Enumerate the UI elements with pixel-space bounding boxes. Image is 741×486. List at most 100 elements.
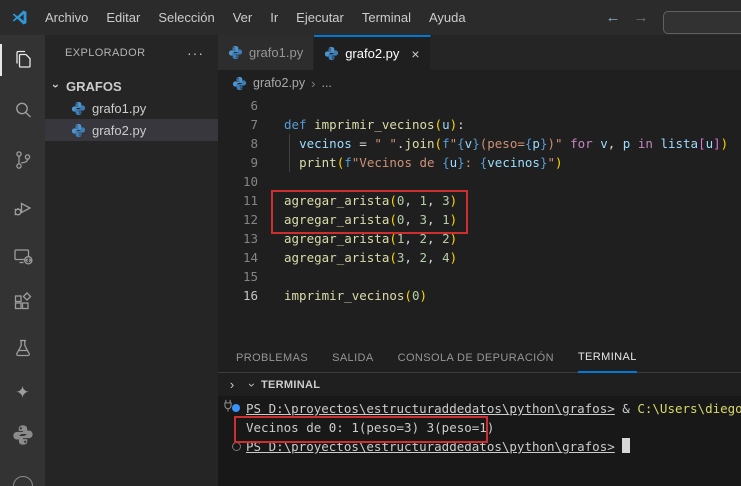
nav-forward-icon[interactable]: →	[630, 7, 652, 29]
code-line[interactable]: 13 agregar_arista(1, 2, 2)	[218, 229, 741, 248]
python-file-icon	[71, 101, 86, 116]
menu-ayuda[interactable]: Ayuda	[420, 0, 475, 35]
code-line[interactable]: 15	[218, 267, 741, 286]
line-number: 11	[218, 191, 258, 210]
breadcrumb-file-icon	[232, 76, 247, 91]
extensions-icon[interactable]	[0, 288, 45, 318]
breadcrumb-more[interactable]: ...	[321, 76, 331, 90]
line-number: 7	[218, 115, 258, 134]
chevron-right-icon[interactable]: ›	[226, 377, 238, 392]
terminal-lines: PS D:\proyectos\estructuraddedatos\pytho…	[218, 396, 741, 456]
line-number: 9	[218, 153, 258, 172]
sparkle-icon[interactable]: ✦	[0, 378, 45, 408]
code-text: agregar_arista(3, 2, 4)	[284, 248, 457, 267]
python-file-icon	[324, 46, 339, 61]
code-line[interactable]: 8 vecinos = " ".join(f"{v}(peso={p})" fo…	[218, 134, 741, 153]
tab-label: grafo2.py	[345, 46, 399, 61]
python-file-icon	[228, 45, 243, 60]
panel-tab-salida[interactable]: SALIDA	[332, 345, 374, 372]
remote-explorer-icon[interactable]	[0, 241, 45, 271]
code-line[interactable]: 9 print(f"Vecinos de {u}: {vecinos}")	[218, 153, 741, 172]
file-list: grafo1.py grafo2.py	[45, 97, 218, 141]
terminal-line: PS D:\proyectos\estructuraddedatos\pytho…	[218, 399, 741, 418]
code-line[interactable]: 14 agregar_arista(3, 2, 4)	[218, 248, 741, 267]
sidebar-title: EXPLORADOR	[65, 47, 187, 59]
code-line[interactable]: 6	[218, 96, 741, 115]
breadcrumb[interactable]: grafo2.py › ...	[218, 70, 741, 96]
panel-tab-consola-de-depuración[interactable]: CONSOLA DE DEPURACIÓN	[398, 345, 554, 372]
menu-editar[interactable]: Editar	[97, 0, 149, 35]
terminal-cursor	[622, 438, 630, 453]
line-number: 8	[218, 134, 258, 153]
line-number: 10	[218, 172, 258, 191]
terminal-command-decoration-icon[interactable]	[230, 399, 242, 418]
editor-tabbar: grafo1.py grafo2.py ×	[218, 35, 741, 70]
line-number: 16	[218, 286, 258, 305]
menu-archivo[interactable]: Archivo	[36, 0, 97, 35]
more-actions-icon[interactable]: ···	[187, 45, 204, 61]
terminal-section-header: › › TERMINAL	[218, 373, 741, 396]
explorer-sidebar: EXPLORADOR ··· › GRAFOS grafo1.py grafo2…	[45, 35, 218, 486]
code-line[interactable]: 12 agregar_arista(0, 3, 1)	[218, 210, 741, 229]
menu-selección[interactable]: Selección	[149, 0, 223, 35]
terminal-section-label: TERMINAL	[261, 379, 320, 391]
terminal-line: PS D:\proyectos\estructuraddedatos\pytho…	[218, 437, 741, 456]
python-file-icon	[228, 45, 243, 60]
nav-back-icon[interactable]: ←	[602, 7, 624, 29]
line-number: 15	[218, 267, 258, 286]
terminal-line: Vecinos de 0: 1(peso=3) 3(peso=1)	[218, 418, 741, 437]
breadcrumb-file[interactable]: grafo2.py	[253, 76, 305, 90]
command-center-searchbox[interactable]	[663, 11, 741, 34]
code-text: agregar_arista(1, 2, 2)	[284, 229, 457, 248]
line-number: 6	[218, 96, 258, 115]
close-icon[interactable]: ×	[411, 47, 419, 61]
code-text: imprimir_vecinos(0)	[284, 286, 427, 305]
testing-flask-icon[interactable]	[0, 333, 45, 363]
code-text: print(f"Vecinos de {u}: {vecinos}")	[284, 153, 563, 172]
run-and-debug-icon[interactable]	[0, 193, 45, 223]
chevron-down-icon[interactable]: ›	[245, 379, 259, 391]
line-number: 12	[218, 210, 258, 229]
file-label: grafo1.py	[92, 101, 146, 116]
python-file-icon	[324, 46, 339, 61]
chevron-down-icon: ›	[49, 80, 63, 92]
bottom-panel: PROBLEMAS SALIDA CONSOLA DE DEPURACIÓN TERM…	[218, 345, 741, 486]
file-item-grafo1.py[interactable]: grafo1.py	[45, 97, 218, 119]
tab-grafo2.py[interactable]: grafo2.py ×	[314, 35, 430, 70]
explorer-icon[interactable]	[0, 45, 45, 75]
panel-tab-problemas[interactable]: PROBLEMAS	[236, 345, 308, 372]
code-line[interactable]: 16 imprimir_vecinos(0)	[218, 286, 741, 305]
menu-ver[interactable]: Ver	[224, 0, 262, 35]
code-line[interactable]: 10	[218, 172, 741, 191]
tab-grafo1.py[interactable]: grafo1.py	[218, 35, 314, 70]
titlebar: ArchivoEditarSelecciónVerIrEjecutarTermi…	[0, 0, 741, 35]
menu-ejecutar[interactable]: Ejecutar	[287, 0, 353, 35]
activity-bar: ✦	[0, 35, 45, 486]
vscode-logo-icon[interactable]	[11, 9, 28, 26]
source-control-icon[interactable]	[0, 145, 45, 175]
search-icon[interactable]	[0, 95, 45, 125]
code-editor[interactable]: 67def imprimir_vecinos(u):8 vecinos = " …	[218, 96, 741, 345]
code-text: vecinos = " ".join(f"{v}(peso={p})" for …	[284, 134, 728, 153]
menu-ir[interactable]: Ir	[261, 0, 287, 35]
file-item-grafo2.py[interactable]: grafo2.py	[45, 119, 218, 141]
menu-terminal[interactable]: Terminal	[353, 0, 420, 35]
code-line[interactable]: 7def imprimir_vecinos(u):	[218, 115, 741, 134]
vscode-window: ArchivoEditarSelecciónVerIrEjecutarTermi…	[0, 0, 741, 486]
python-file-icon	[71, 123, 86, 138]
terminal-content[interactable]: PS D:\proyectos\estructuraddedatos\pytho…	[218, 396, 741, 486]
account-icon[interactable]	[13, 476, 33, 486]
panel-tab-terminal[interactable]: TERMINAL	[578, 344, 637, 373]
python-extension-icon[interactable]	[0, 420, 45, 450]
python-file-icon	[71, 101, 86, 116]
sidebar-header: EXPLORADOR ···	[45, 35, 218, 70]
code-line[interactable]: 11 agregar_arista(0, 1, 3)	[218, 191, 741, 210]
panel-tabbar: PROBLEMAS SALIDA CONSOLA DE DEPURACIÓN TERM…	[218, 345, 741, 373]
terminal-command-decoration-icon[interactable]	[230, 437, 242, 456]
code-text: agregar_arista(0, 1, 3)	[284, 191, 457, 210]
line-number: 14	[218, 248, 258, 267]
folder-row-grafos[interactable]: › GRAFOS	[45, 75, 218, 97]
tab-label: grafo1.py	[249, 45, 303, 60]
code-text: agregar_arista(0, 3, 1)	[284, 210, 457, 229]
line-number: 13	[218, 229, 258, 248]
